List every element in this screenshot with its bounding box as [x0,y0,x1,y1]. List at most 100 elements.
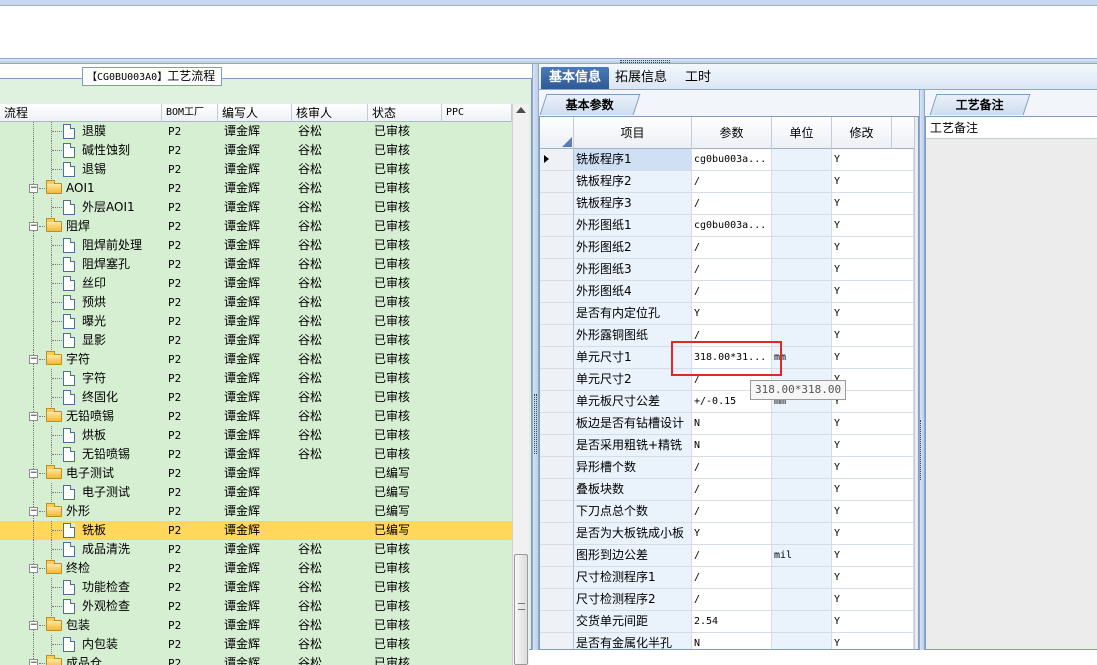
tree-row-selected[interactable]: 铣板 P2 谭金辉 已编写 [0,521,512,540]
column-header-flow[interactable]: 流程 [0,104,162,122]
param-unit[interactable] [772,215,832,237]
param-row[interactable]: 是否采用粗铣+精铣 N Y [540,435,914,457]
param-item[interactable]: 外形图纸1 [574,215,692,237]
param-row[interactable]: 是否为大板铣成小板 Y Y [540,523,914,545]
param-unit[interactable] [772,325,832,347]
param-editable[interactable]: Y [832,303,914,325]
tree-row[interactable]: 电子测试 P2 谭金辉 已编写 [0,483,512,502]
param-row[interactable]: 下刀点总个数 / Y [540,501,914,523]
tree-row[interactable]: 退膜 P2 谭金辉 谷松 已审核 [0,122,512,141]
param-editable[interactable]: Y [832,149,914,171]
param-value[interactable]: / [692,545,772,567]
tab-basic-info[interactable]: 基本信息 [541,67,610,89]
param-row[interactable]: 异形槽个数 / Y [540,457,914,479]
column-header-param[interactable]: 参数 [692,117,772,149]
param-item[interactable]: 外形图纸2 [574,237,692,259]
param-unit[interactable] [772,611,832,633]
tree-row[interactable]: 内包装 P2 谭金辉 谷松 已审核 [0,635,512,654]
column-header-bom[interactable]: BOM工厂 [162,104,218,122]
scroll-up-arrow-icon[interactable] [516,107,526,113]
param-value[interactable]: / [692,237,772,259]
param-value[interactable]: N [692,633,772,649]
param-value[interactable]: cg0bu003a... [692,215,772,237]
param-editable[interactable]: Y [832,237,914,259]
tree-row[interactable]: 功能检查 P2 谭金辉 谷松 已审核 [0,578,512,597]
param-item[interactable]: 板边是否有钻槽设计 [574,413,692,435]
param-item[interactable]: 叠板块数 [574,479,692,501]
param-editable[interactable]: Y [832,215,914,237]
vertical-splitter[interactable] [532,64,539,650]
param-value[interactable]: cg0bu003a... [692,149,772,171]
param-row[interactable]: 是否有内定位孔 Y Y [540,303,914,325]
param-unit[interactable]: mm [772,347,832,369]
tree-row[interactable]: − 终检 P2 谭金辉 谷松 已审核 [0,559,512,578]
collapse-toggle-icon[interactable]: − [29,469,38,478]
param-value[interactable]: / [692,589,772,611]
param-unit[interactable] [772,523,832,545]
param-value[interactable]: N [692,435,772,457]
splitter-grip[interactable] [620,60,670,63]
param-editable[interactable]: Y [832,457,914,479]
column-header-unit[interactable]: 单位 [772,117,832,149]
param-row[interactable]: 板边是否有钻槽设计 N Y [540,413,914,435]
row-selector[interactable] [540,457,574,479]
param-row[interactable]: 单元尺寸2/Y [540,369,914,391]
param-item[interactable]: 是否有内定位孔 [574,303,692,325]
param-unit[interactable]: mil [772,545,832,567]
param-row[interactable]: 外形图纸3/ Y [540,259,914,281]
row-selector[interactable] [540,391,574,413]
tree-row[interactable]: 阻焊前处理 P2 谭金辉 谷松 已审核 [0,236,512,255]
param-value[interactable]: N [692,413,772,435]
tab-basic-params[interactable]: 基本参数 [539,94,641,115]
tree-row[interactable]: 终固化 P2 谭金辉 谷松 已审核 [0,388,512,407]
param-item[interactable]: 图形到边公差 [574,545,692,567]
tree-row[interactable]: 碱性蚀刻 P2 谭金辉 谷松 已审核 [0,141,512,160]
param-unit[interactable] [772,149,832,171]
tree-row[interactable]: 字符 P2 谭金辉 谷松 已审核 [0,369,512,388]
scrollbar-thumb[interactable] [514,554,528,665]
row-selector[interactable] [540,413,574,435]
param-row[interactable]: 外形图纸4/ Y [540,281,914,303]
param-item[interactable]: 铣板程序2 [574,171,692,193]
row-selector[interactable] [540,611,574,633]
param-value[interactable]: Y [692,303,772,325]
tab-extended-info[interactable]: 拓展信息 [607,67,675,89]
column-header-edit[interactable]: 修改 [832,117,892,149]
param-row[interactable]: 叠板块数 / Y [540,479,914,501]
row-selector[interactable] [540,369,574,391]
param-editable[interactable]: Y [832,545,914,567]
param-value[interactable]: / [692,567,772,589]
row-selector[interactable] [540,567,574,589]
param-item[interactable]: 尺寸检测程序2 [574,589,692,611]
param-unit[interactable] [772,237,832,259]
tree-row[interactable]: − 电子测试 P2 谭金辉 已编写 [0,464,512,483]
tree-row[interactable]: 丝印 P2 谭金辉 谷松 已审核 [0,274,512,293]
param-editable[interactable]: Y [832,435,914,457]
param-item[interactable]: 是否有金属化半孔 [574,633,692,649]
param-row[interactable]: 单元板尺寸公差 +/-0.15 mm Y [540,391,914,413]
param-item[interactable]: 外形图纸4 [574,281,692,303]
tree-row[interactable]: 预烘 P2 谭金辉 谷松 已审核 [0,293,512,312]
param-row[interactable]: 尺寸检测程序1/ Y [540,567,914,589]
row-selector[interactable] [540,303,574,325]
param-editable[interactable]: Y [832,611,914,633]
param-item[interactable]: 是否采用粗铣+精铣 [574,435,692,457]
column-header-ppc[interactable]: PPC [442,104,512,122]
param-unit[interactable] [772,479,832,501]
row-selector[interactable] [540,347,574,369]
param-unit[interactable] [772,589,832,611]
param-item[interactable]: 外形露铜图纸 [574,325,692,347]
row-selector[interactable] [540,325,574,347]
param-editable[interactable]: Y [832,501,914,523]
row-selector[interactable] [540,281,574,303]
param-value[interactable]: Y [692,523,772,545]
param-unit[interactable] [772,413,832,435]
param-editable[interactable]: Y [832,479,914,501]
row-selector[interactable] [540,149,574,171]
param-unit[interactable] [772,501,832,523]
tree-row[interactable]: 曝光 P2 谭金辉 谷松 已审核 [0,312,512,331]
row-selector[interactable] [540,435,574,457]
tree-row[interactable]: − 外形 P2 谭金辉 已编写 [0,502,512,521]
row-selector[interactable] [540,193,574,215]
collapse-toggle-icon[interactable]: − [29,412,38,421]
